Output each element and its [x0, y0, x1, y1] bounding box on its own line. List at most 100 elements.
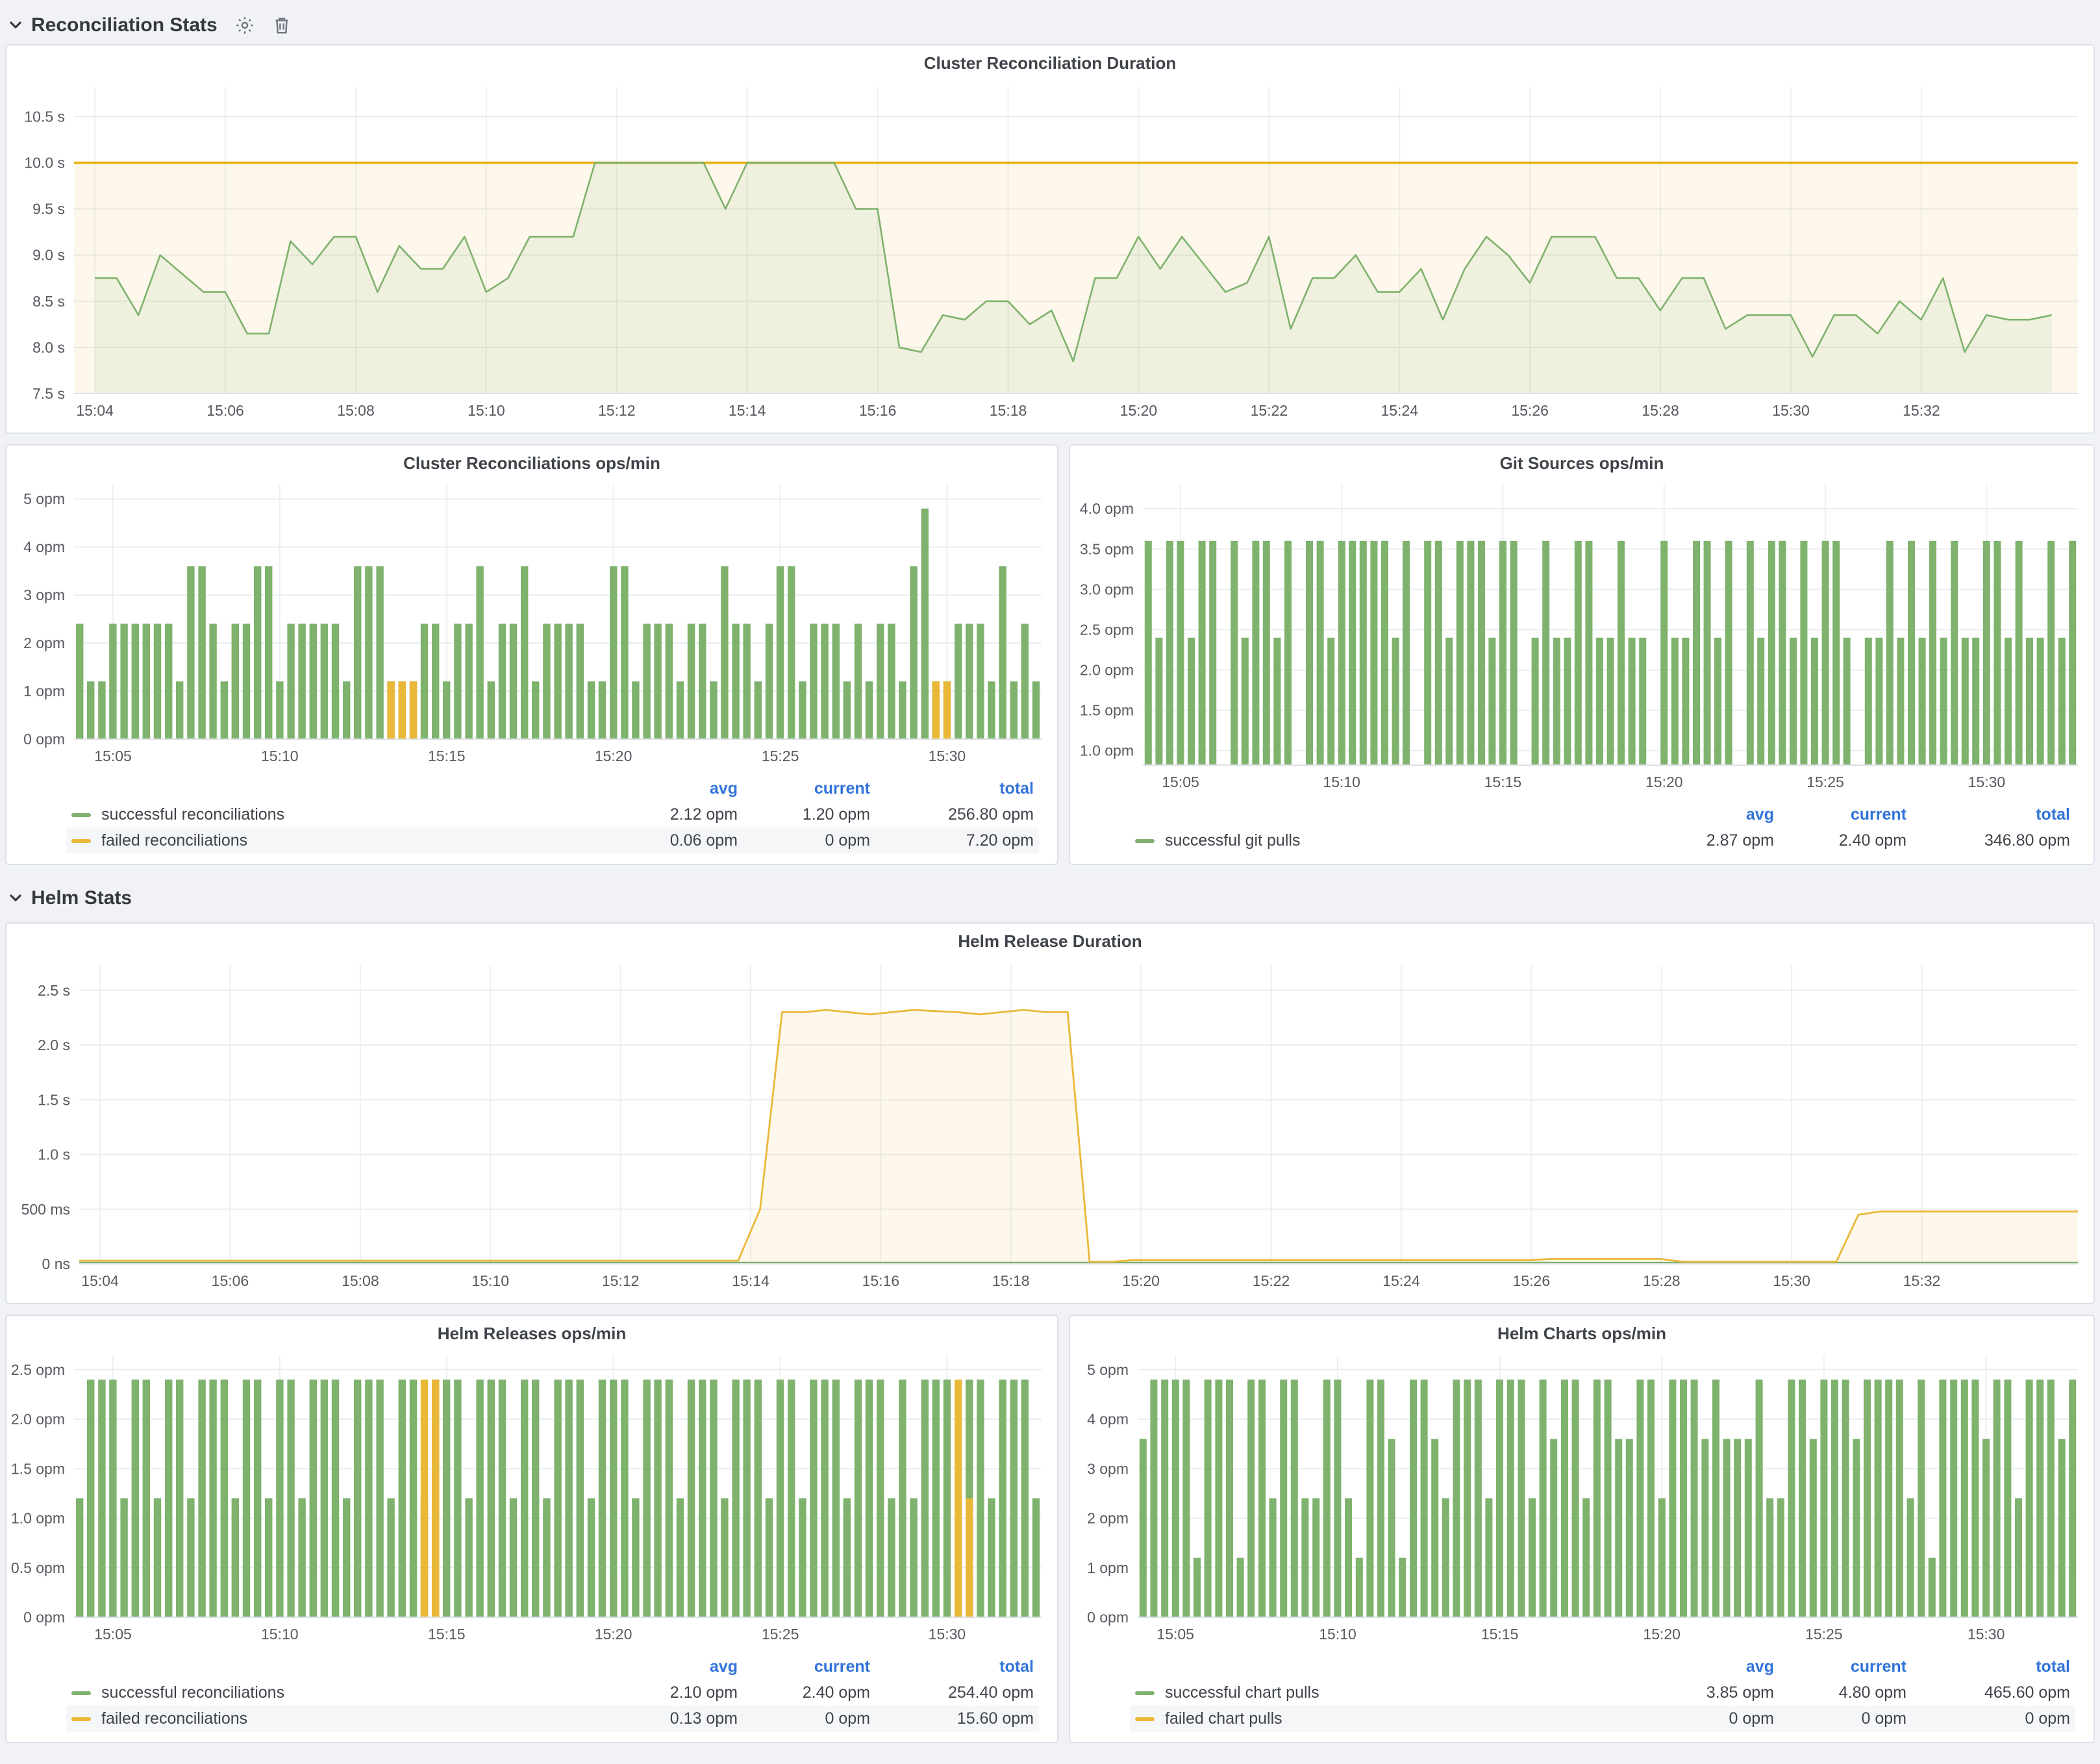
legend-header-total[interactable]: total — [870, 779, 1034, 798]
legend-avg-value: 2.12 opm — [605, 805, 738, 824]
svg-text:2.0 s: 2.0 s — [38, 1037, 70, 1053]
series-color-dash — [1135, 1691, 1155, 1695]
legend-row[interactable]: successful git pulls 2.87 opm 2.40 opm 3… — [1130, 827, 2075, 853]
legend-current-value: 2.40 opm — [1774, 831, 1906, 850]
helm-releases-ops-chart[interactable]: 15:0515:1015:1515:2015:2515:302.5 opm2.0… — [6, 1344, 1057, 1651]
svg-text:10.5 s: 10.5 s — [24, 108, 65, 125]
legend-label[interactable]: successful git pulls — [1165, 831, 1300, 850]
svg-text:15:20: 15:20 — [1120, 402, 1158, 419]
svg-text:15:32: 15:32 — [1903, 402, 1940, 419]
panel-title: Git Sources ops/min — [1070, 446, 2094, 474]
legend-current-value: 0 opm — [738, 831, 870, 850]
legend-header-current[interactable]: current — [738, 779, 870, 798]
panel-helm-charts-ops: Helm Charts ops/min 15:0515:1015:1515:20… — [1069, 1315, 2095, 1743]
panel-title: Cluster Reconciliations ops/min — [6, 446, 1057, 474]
legend-label[interactable]: successful reconciliations — [101, 805, 284, 824]
helm-release-duration-chart[interactable]: 15:0415:0615:0815:1015:1215:1415:1615:18… — [6, 952, 2094, 1303]
svg-text:15:10: 15:10 — [261, 748, 299, 764]
legend-header-current[interactable]: current — [1774, 805, 1906, 824]
svg-text:15:10: 15:10 — [1319, 1626, 1356, 1643]
chevron-down-icon[interactable] — [8, 890, 23, 905]
svg-text:1 opm: 1 opm — [1087, 1559, 1129, 1576]
svg-text:15:25: 15:25 — [1806, 774, 1844, 790]
git-sources-ops-chart[interactable]: 15:0515:1015:1515:2015:2515:304.0 opm3.5… — [1070, 474, 2094, 799]
svg-text:15:20: 15:20 — [1643, 1626, 1681, 1643]
svg-text:15:18: 15:18 — [992, 1272, 1030, 1289]
legend-row[interactable]: successful chart pulls 3.85 opm 4.80 opm… — [1130, 1680, 2075, 1706]
gear-icon[interactable] — [236, 15, 255, 34]
series-color-dash — [71, 838, 91, 842]
legend-header-total[interactable]: total — [870, 1657, 1034, 1676]
section-title[interactable]: Helm Stats — [31, 887, 132, 909]
legend-label[interactable]: successful chart pulls — [1165, 1683, 1319, 1702]
legend-header-row: avg current total — [66, 775, 1039, 801]
legend-row[interactable]: failed reconciliations 0.13 opm 0 opm 15… — [66, 1706, 1039, 1732]
legend-avg-value: 0.06 opm — [605, 831, 738, 850]
legend-header-avg[interactable]: avg — [605, 779, 738, 798]
legend: avg current total successful git pulls 2… — [1070, 799, 2094, 864]
legend-header-current[interactable]: current — [738, 1657, 870, 1676]
panel-title: Cluster Reconciliation Duration — [6, 45, 2094, 74]
svg-text:15:32: 15:32 — [1903, 1272, 1941, 1289]
legend-header-total[interactable]: total — [1906, 805, 2070, 824]
svg-text:1.5 opm: 1.5 opm — [1080, 702, 1134, 719]
svg-text:1.5 s: 1.5 s — [38, 1091, 70, 1108]
legend-current-value: 1.20 opm — [738, 805, 870, 824]
legend-label[interactable]: successful reconciliations — [101, 1683, 284, 1702]
svg-text:15:15: 15:15 — [428, 748, 466, 764]
panel-cluster-reconciliation-duration: Cluster Reconciliation Duration 15:0415:… — [5, 44, 2095, 434]
legend-header-avg[interactable]: avg — [605, 1657, 738, 1676]
svg-text:15:15: 15:15 — [428, 1626, 466, 1643]
section-title[interactable]: Reconciliation Stats — [31, 14, 218, 36]
svg-text:15:12: 15:12 — [602, 1272, 640, 1289]
svg-text:15:20: 15:20 — [595, 1626, 632, 1643]
cluster-reconciliations-ops-chart[interactable]: 15:0515:1015:1515:2015:2515:305 opm4 opm… — [6, 474, 1057, 773]
legend-header-row: avg current total — [1130, 801, 2075, 827]
legend-header-avg[interactable]: avg — [1642, 805, 1774, 824]
svg-text:15:25: 15:25 — [762, 1626, 799, 1643]
svg-text:15:15: 15:15 — [1481, 1626, 1519, 1643]
panel-helm-release-duration: Helm Release Duration 15:0415:0615:0815:… — [5, 922, 2095, 1304]
legend-label[interactable]: failed chart pulls — [1165, 1709, 1282, 1728]
svg-text:15:14: 15:14 — [729, 402, 766, 419]
legend-header-total[interactable]: total — [1906, 1657, 2070, 1676]
legend-row[interactable]: failed chart pulls 0 opm 0 opm 0 opm — [1130, 1706, 2075, 1732]
legend-avg-value: 2.87 opm — [1642, 831, 1774, 850]
legend-current-value: 4.80 opm — [1774, 1683, 1906, 1702]
svg-text:0.5 opm: 0.5 opm — [11, 1559, 65, 1576]
panel-title: Helm Release Duration — [6, 924, 2094, 952]
helm-charts-ops-chart[interactable]: 15:0515:1015:1515:2015:2515:305 opm4 opm… — [1070, 1344, 2094, 1651]
series-color-dash — [71, 813, 91, 816]
panel-helm-releases-ops: Helm Releases ops/min 15:0515:1015:1515:… — [5, 1315, 1058, 1743]
svg-text:3.5 opm: 3.5 opm — [1080, 540, 1134, 557]
svg-text:15:18: 15:18 — [990, 402, 1027, 419]
legend-current-value: 0 opm — [738, 1709, 870, 1728]
svg-text:15:30: 15:30 — [1968, 774, 2006, 790]
svg-text:2 opm: 2 opm — [1087, 1510, 1129, 1527]
legend-header-current[interactable]: current — [1774, 1657, 1906, 1676]
svg-text:2 opm: 2 opm — [23, 635, 65, 651]
svg-text:1.0 opm: 1.0 opm — [1080, 742, 1134, 759]
cluster-reconciliation-duration-chart[interactable]: 15:0415:0615:0815:1015:1215:1415:1615:18… — [6, 74, 2094, 433]
legend-label[interactable]: failed reconciliations — [101, 831, 247, 850]
svg-text:2.0 opm: 2.0 opm — [11, 1411, 65, 1428]
svg-text:15:16: 15:16 — [859, 402, 897, 419]
legend-row[interactable]: successful reconciliations 2.12 opm 1.20… — [66, 801, 1039, 827]
svg-text:2.5 opm: 2.5 opm — [1080, 621, 1134, 638]
legend-total-value: 256.80 opm — [870, 805, 1034, 824]
legend-header-row: avg current total — [66, 1654, 1039, 1680]
svg-text:5 opm: 5 opm — [23, 490, 65, 507]
legend-avg-value: 2.10 opm — [605, 1683, 738, 1702]
legend-header-row: avg current total — [1130, 1654, 2075, 1680]
svg-text:8.5 s: 8.5 s — [32, 293, 65, 310]
legend-label[interactable]: failed reconciliations — [101, 1709, 247, 1728]
svg-text:15:28: 15:28 — [1642, 402, 1679, 419]
svg-text:15:24: 15:24 — [1382, 1272, 1420, 1289]
legend-row[interactable]: failed reconciliations 0.06 opm 0 opm 7.… — [66, 827, 1039, 853]
trash-icon[interactable] — [273, 15, 292, 34]
legend-header-avg[interactable]: avg — [1642, 1657, 1774, 1676]
legend: avg current total successful reconciliat… — [6, 773, 1057, 864]
legend-total-value: 0 opm — [1906, 1709, 2070, 1728]
legend-row[interactable]: successful reconciliations 2.10 opm 2.40… — [66, 1680, 1039, 1706]
chevron-down-icon[interactable] — [8, 17, 23, 32]
